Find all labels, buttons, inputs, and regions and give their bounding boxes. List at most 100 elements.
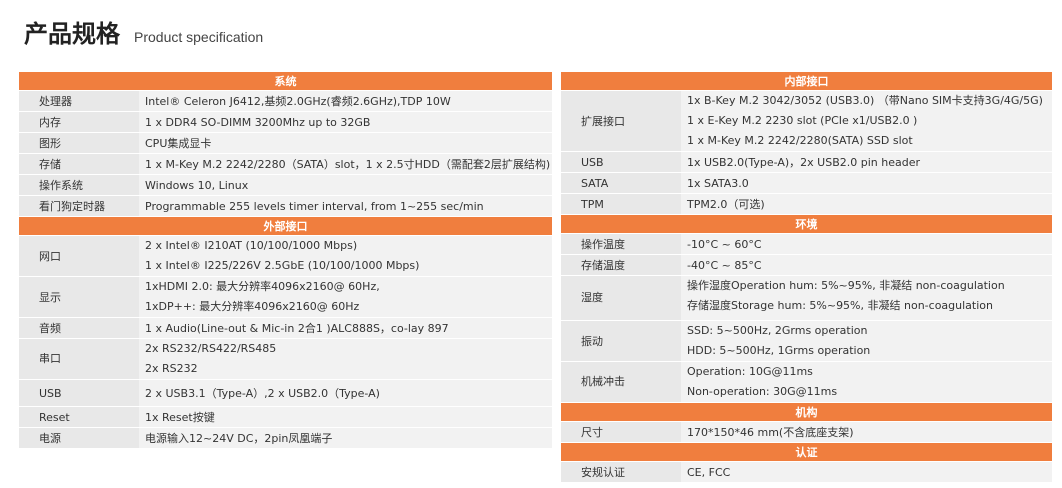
value-line: SSD: 5~500Hz, 2Grms operation — [687, 324, 868, 337]
value-line: 1 x E-Key M.2 2230 slot (PCIe x1/USB2.0 … — [687, 114, 918, 127]
row-value: 电源输入12~24V DC，2pin凤凰端子 — [139, 427, 552, 449]
row-value: 1 x Audio(Line-out & Mic-in 2合1 )ALC888S… — [139, 317, 552, 339]
table-row: 操作温度 -10°C ~ 60°C — [561, 233, 1052, 255]
table-row: Reset 1x Reset按键 — [19, 406, 552, 428]
section-title: 环境 — [561, 214, 1052, 234]
table-row: 电源 电源输入12~24V DC，2pin凤凰端子 — [19, 427, 552, 449]
row-label: 机械冲击 — [561, 361, 681, 403]
table-row: 振动 SSD: 5~500Hz, 2Grms operation HDD: 5~… — [561, 320, 1052, 362]
value-line: 1xDP++: 最大分辨率4096x2160@ 60Hz — [145, 300, 360, 313]
value-line: 2x RS232/RS422/RS485 — [145, 342, 277, 355]
table-row: 串口 2x RS232/RS422/RS485 2x RS232 — [19, 338, 552, 380]
row-value: 1x USB2.0(Type-A)，2x USB2.0 pin header — [681, 151, 1052, 173]
row-label: SATA — [561, 172, 681, 194]
section-header-system: 系统 — [19, 72, 552, 91]
table-row: 机械冲击 Operation: 10G@11ms Non-operation: … — [561, 361, 1052, 403]
row-label: 安规认证 — [561, 461, 681, 483]
table-row: 处理器 Intel® Celeron J6412,基频2.0GHz(睿频2.6G… — [19, 90, 552, 112]
section-header-internal: 内部接口 — [561, 72, 1052, 91]
table-row: 扩展接口 1x B-Key M.2 3042/3052 (USB3.0) （带N… — [561, 90, 1052, 152]
table-row: 音频 1 x Audio(Line-out & Mic-in 2合1 )ALC8… — [19, 317, 552, 339]
value-line: 2 x Intel® I210AT (10/100/1000 Mbps) — [145, 239, 358, 252]
row-label: 存储 — [19, 153, 139, 175]
section-header-mechanical: 机构 — [561, 402, 1052, 422]
row-label: TPM — [561, 193, 681, 215]
row-value: CPU集成显卡 — [139, 132, 552, 154]
value-line: Non-operation: 30G@11ms — [687, 385, 838, 398]
left-spec-table: 系统 处理器 Intel® Celeron J6412,基频2.0GHz(睿频2… — [19, 72, 552, 449]
value-line: HDD: 5~500Hz, 1Grms operation — [687, 344, 871, 357]
table-row: 网口 2 x Intel® I210AT (10/100/1000 Mbps) … — [19, 235, 552, 277]
value-line: 操作湿度Operation hum: 5%~95%, 非凝结 non-coagu… — [687, 279, 1005, 292]
table-row: SATA 1x SATA3.0 — [561, 172, 1052, 194]
table-row: 存储 1 x M-Key M.2 2242/2280（SATA）slot，1 x… — [19, 153, 552, 175]
value-line: Operation: 10G@11ms — [687, 365, 813, 378]
row-label: USB — [561, 151, 681, 173]
row-label: 湿度 — [561, 275, 681, 321]
table-row: 湿度 操作湿度Operation hum: 5%~95%, 非凝结 non-co… — [561, 275, 1052, 321]
row-value: -10°C ~ 60°C — [681, 233, 1052, 255]
section-title: 认证 — [561, 442, 1052, 462]
row-label: 电源 — [19, 427, 139, 449]
section-header-environment: 环境 — [561, 214, 1052, 234]
row-label: 操作系统 — [19, 174, 139, 196]
value-line: 2x RS232 — [145, 362, 198, 375]
section-header-certification: 认证 — [561, 442, 1052, 462]
row-value: 操作湿度Operation hum: 5%~95%, 非凝结 non-coagu… — [681, 275, 1052, 321]
row-value: 1xHDMI 2.0: 最大分辨率4096x2160@ 60Hz, 1xDP++… — [139, 276, 552, 318]
table-row: 操作系统 Windows 10, Linux — [19, 174, 552, 196]
value-line: 1xHDMI 2.0: 最大分辨率4096x2160@ 60Hz, — [145, 280, 380, 293]
table-row: 存储温度 -40°C ~ 85°C — [561, 254, 1052, 276]
row-value: Programmable 255 levels timer interval, … — [139, 195, 552, 217]
row-label: 串口 — [19, 338, 139, 380]
row-value: 1 x M-Key M.2 2242/2280（SATA）slot，1 x 2.… — [139, 153, 552, 175]
row-value: Operation: 10G@11ms Non-operation: 30G@1… — [681, 361, 1052, 403]
row-label-text: 串口 — [39, 352, 61, 365]
table-row: 看门狗定时器 Programmable 255 levels timer int… — [19, 195, 552, 217]
table-row: 内存 1 x DDR4 SO-DIMM 3200Mhz up to 32GB — [19, 111, 552, 133]
row-value: 1x B-Key M.2 3042/3052 (USB3.0) （带Nano S… — [681, 90, 1052, 152]
table-row: USB 1x USB2.0(Type-A)，2x USB2.0 pin head… — [561, 151, 1052, 173]
table-row: USB 2 x USB3.1（Type-A）,2 x USB2.0（Type-A… — [19, 379, 552, 407]
right-spec-table: 内部接口 扩展接口 1x B-Key M.2 3042/3052 (USB3.0… — [561, 72, 1052, 483]
row-label: 音频 — [19, 317, 139, 339]
row-label-text: 湿度 — [581, 291, 603, 304]
row-label: 显示 — [19, 276, 139, 318]
section-title: 系统 — [19, 72, 552, 91]
value-line: 1 x M-Key M.2 2242/2280(SATA) SSD slot — [687, 134, 913, 147]
row-label: 图形 — [19, 132, 139, 154]
row-value: -40°C ~ 85°C — [681, 254, 1052, 276]
row-label: 网口 — [19, 235, 139, 277]
section-title: 机构 — [561, 402, 1052, 422]
section-title: 外部接口 — [19, 216, 552, 236]
row-label-text: 机械冲击 — [581, 375, 625, 388]
row-value: 1 x DDR4 SO-DIMM 3200Mhz up to 32GB — [139, 111, 552, 133]
value-line: 存储湿度Storage hum: 5%~95%, 非凝结 non-coagula… — [687, 299, 993, 312]
row-label: 扩展接口 — [561, 90, 681, 152]
row-label: 内存 — [19, 111, 139, 133]
table-row: 显示 1xHDMI 2.0: 最大分辨率4096x2160@ 60Hz, 1xD… — [19, 276, 552, 318]
row-label: 看门狗定时器 — [19, 195, 139, 217]
row-label: USB — [19, 379, 139, 407]
page-title: 产品规格 — [24, 20, 120, 48]
page-subtitle: Product specification — [134, 29, 264, 45]
row-label: 操作温度 — [561, 233, 681, 255]
row-value: 2x RS232/RS422/RS485 2x RS232 — [139, 338, 552, 380]
row-value: 2 x USB3.1（Type-A）,2 x USB2.0（Type-A) — [139, 379, 552, 407]
section-header-external: 外部接口 — [19, 216, 552, 236]
row-label: 振动 — [561, 320, 681, 362]
row-label: Reset — [19, 406, 139, 428]
value-line: 1 x Intel® I225/226V 2.5GbE (10/100/1000… — [145, 259, 420, 272]
row-value: 1x Reset按键 — [139, 406, 552, 428]
row-value: 1x SATA3.0 — [681, 172, 1052, 194]
row-value: 2 x Intel® I210AT (10/100/1000 Mbps) 1 x… — [139, 235, 552, 277]
table-row: TPM TPM2.0（可选) — [561, 193, 1052, 215]
row-value: SSD: 5~500Hz, 2Grms operation HDD: 5~500… — [681, 320, 1052, 362]
table-row: 安规认证 CE, FCC — [561, 461, 1052, 483]
row-value: Intel® Celeron J6412,基频2.0GHz(睿频2.6GHz),… — [139, 90, 552, 112]
page-header: 产品规格 Product specification — [24, 14, 263, 49]
row-value: CE, FCC — [681, 461, 1052, 483]
table-row: 图形 CPU集成显卡 — [19, 132, 552, 154]
row-value: 170*150*46 mm(不含底座支架) — [681, 421, 1052, 443]
table-row: 尺寸 170*150*46 mm(不含底座支架) — [561, 421, 1052, 443]
